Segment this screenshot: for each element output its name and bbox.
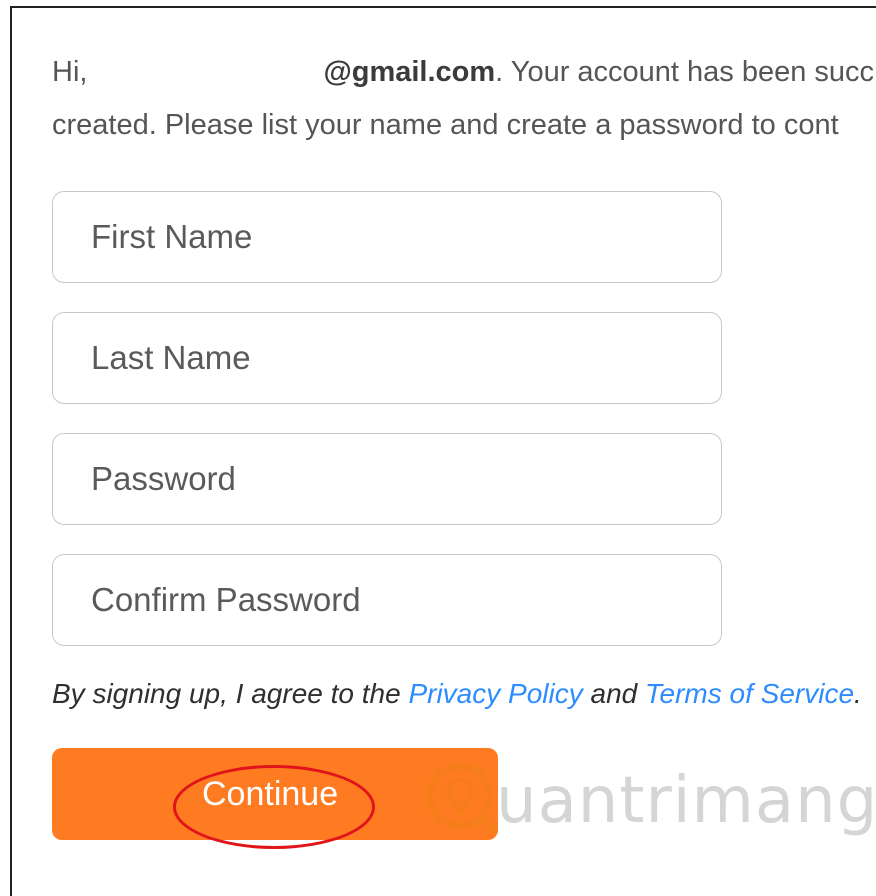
- terms-middle: and: [582, 678, 645, 709]
- terms-prefix: By signing up, I agree to the: [52, 678, 409, 709]
- intro-line-1: Hi, @gmail.com. Your account has been suc…: [52, 46, 876, 99]
- terms-agreement: By signing up, I agree to the Privacy Po…: [52, 678, 862, 710]
- intro-line-2: created. Please list your name and creat…: [52, 109, 839, 141]
- continue-button[interactable]: Continue: [52, 748, 498, 840]
- continue-label: Continue: [202, 774, 339, 813]
- intro-line-1-rest: . Your account has been succ: [495, 56, 875, 88]
- intro-message: Hi, @gmail.com. Your account has been suc…: [52, 46, 876, 152]
- terms-suffix: .: [854, 678, 862, 709]
- greeting: Hi,: [52, 56, 88, 88]
- confirm-password-field[interactable]: [52, 554, 722, 646]
- password-field[interactable]: [52, 433, 722, 525]
- terms-of-service-link[interactable]: Terms of Service: [645, 678, 854, 709]
- email-domain: @gmail.com: [323, 56, 496, 88]
- last-name-field[interactable]: [52, 312, 722, 404]
- privacy-policy-link[interactable]: Privacy Policy: [408, 678, 582, 709]
- first-name-field[interactable]: [52, 191, 722, 283]
